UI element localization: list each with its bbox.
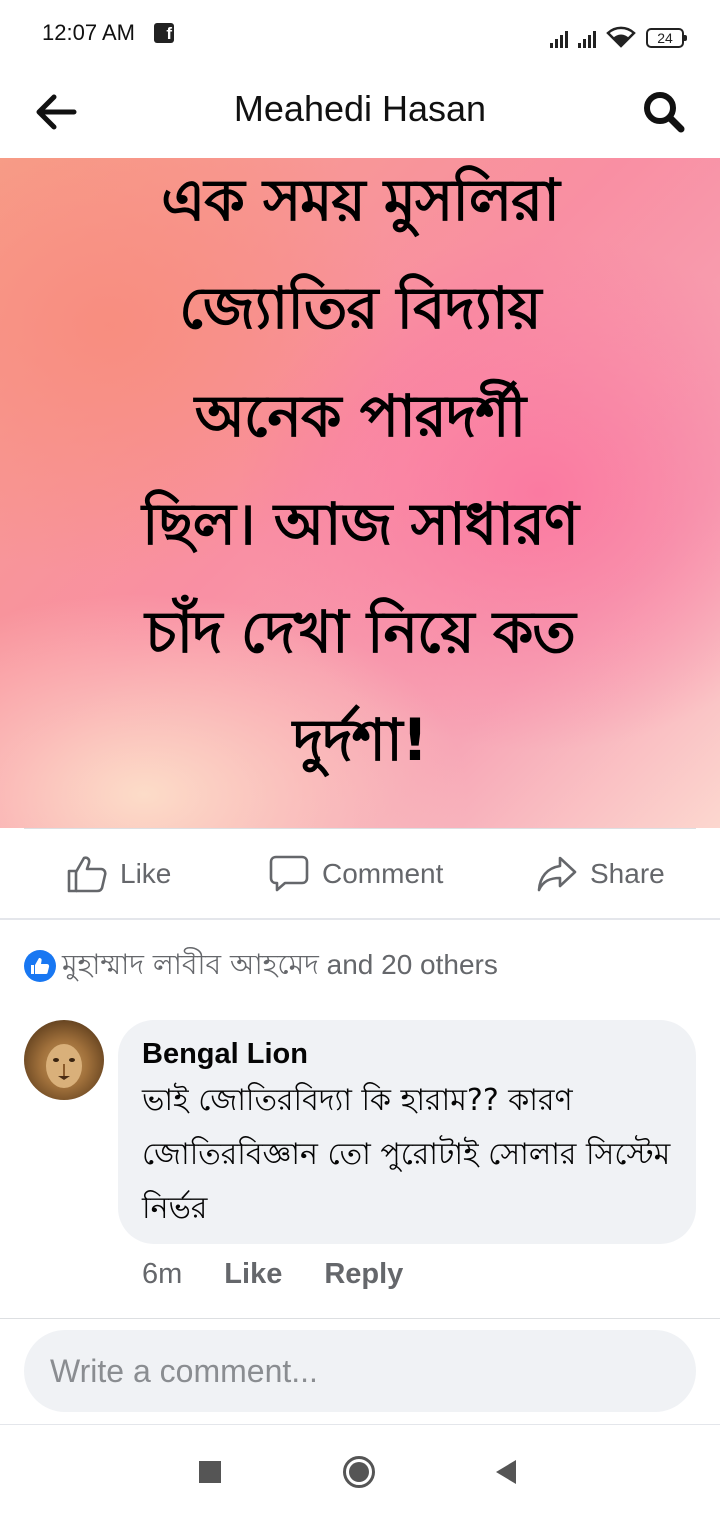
- reactions-summary[interactable]: মুহাম্মাদ লাবীব আহমেদ and 20 others: [24, 948, 498, 984]
- system-nav-bar: [0, 1425, 720, 1520]
- like-label: Like: [120, 858, 172, 889]
- signal-icon: [550, 28, 568, 48]
- comment-text: ভাই জোতিরবিদ্যা কি হারাম?? কারণ জোতিরবিজ…: [142, 1083, 671, 1226]
- comment-meta: 6m Like Reply: [142, 1258, 403, 1298]
- search-button[interactable]: [638, 86, 690, 138]
- thumbs-up-icon: [67, 856, 107, 893]
- app-header: Meahedi Hasan: [0, 68, 720, 158]
- comment-bubble[interactable]: Bengal Lion ভাই জোতিরবিদ্যা কি হারাম?? ক…: [118, 1020, 696, 1244]
- post-text-line: অনেক পারদর্শী: [194, 382, 526, 450]
- post-actions: Like Comment Share: [0, 830, 720, 918]
- page-title: Meahedi Hasan: [233, 88, 487, 129]
- divider: [0, 918, 720, 920]
- post-text-line: এক সময় মুসলিরা: [161, 166, 560, 234]
- avatar[interactable]: [24, 1020, 104, 1100]
- post-text-line: চাঁদ দেখা নিয়ে কত: [145, 598, 576, 666]
- post-text-line: জ্যোতির বিদ্যায়: [179, 274, 541, 342]
- divider: [24, 828, 696, 829]
- reactions-others: and 20 others: [318, 948, 498, 980]
- divider: [0, 1318, 720, 1319]
- comment-time[interactable]: 6m: [142, 1258, 182, 1298]
- share-label: Share: [590, 858, 665, 889]
- facebook-notification-icon: f: [154, 23, 174, 43]
- signal-icon-2: [578, 28, 596, 48]
- comment-like-button[interactable]: Like: [224, 1258, 282, 1298]
- lion-avatar-icon: [46, 1044, 82, 1088]
- wifi-icon: [606, 26, 636, 48]
- comment-author[interactable]: Bengal Lion: [142, 1036, 672, 1072]
- search-icon: [644, 92, 685, 133]
- page: 12:07 AM f 24 Meahedi Hasan এক সময় মুসল…: [0, 0, 720, 1520]
- comment-reply-button[interactable]: Reply: [324, 1258, 403, 1298]
- comment-label: Comment: [322, 858, 444, 889]
- comment-input[interactable]: [24, 1330, 696, 1412]
- back-triangle-icon[interactable]: [494, 1459, 518, 1485]
- like-reaction-icon: [24, 950, 56, 982]
- status-bar: 12:07 AM f 24: [0, 0, 720, 68]
- status-time: 12:07 AM: [42, 20, 135, 45]
- battery-icon: 24: [646, 28, 687, 48]
- reactions-text: মুহাম্মাদ লাবীব আহমেদ and 20 others: [62, 943, 498, 990]
- home-icon[interactable]: [342, 1455, 376, 1489]
- recent-apps-icon[interactable]: [199, 1461, 221, 1483]
- share-button[interactable]: Share: [536, 852, 665, 896]
- post-image[interactable]: এক সময় মুসলিরা জ্যোতির বিদ্যায় অনেক পা…: [0, 158, 720, 828]
- comment-bubble-icon: [269, 855, 309, 892]
- reactions-names: মুহাম্মাদ লাবীব আহমেদ: [62, 947, 319, 981]
- post-text: এক সময় মুসলিরা জ্যোতির বিদ্যায় অনেক পা…: [20, 158, 700, 794]
- comment-button[interactable]: Comment: [268, 852, 443, 896]
- post-text-line: ছিল। আজ সাধারণ: [141, 490, 579, 558]
- post-text-line: দুর্দশা!: [292, 706, 429, 774]
- status-icons: 24: [550, 22, 687, 48]
- like-button[interactable]: Like: [66, 852, 171, 896]
- share-arrow-icon: [537, 856, 577, 892]
